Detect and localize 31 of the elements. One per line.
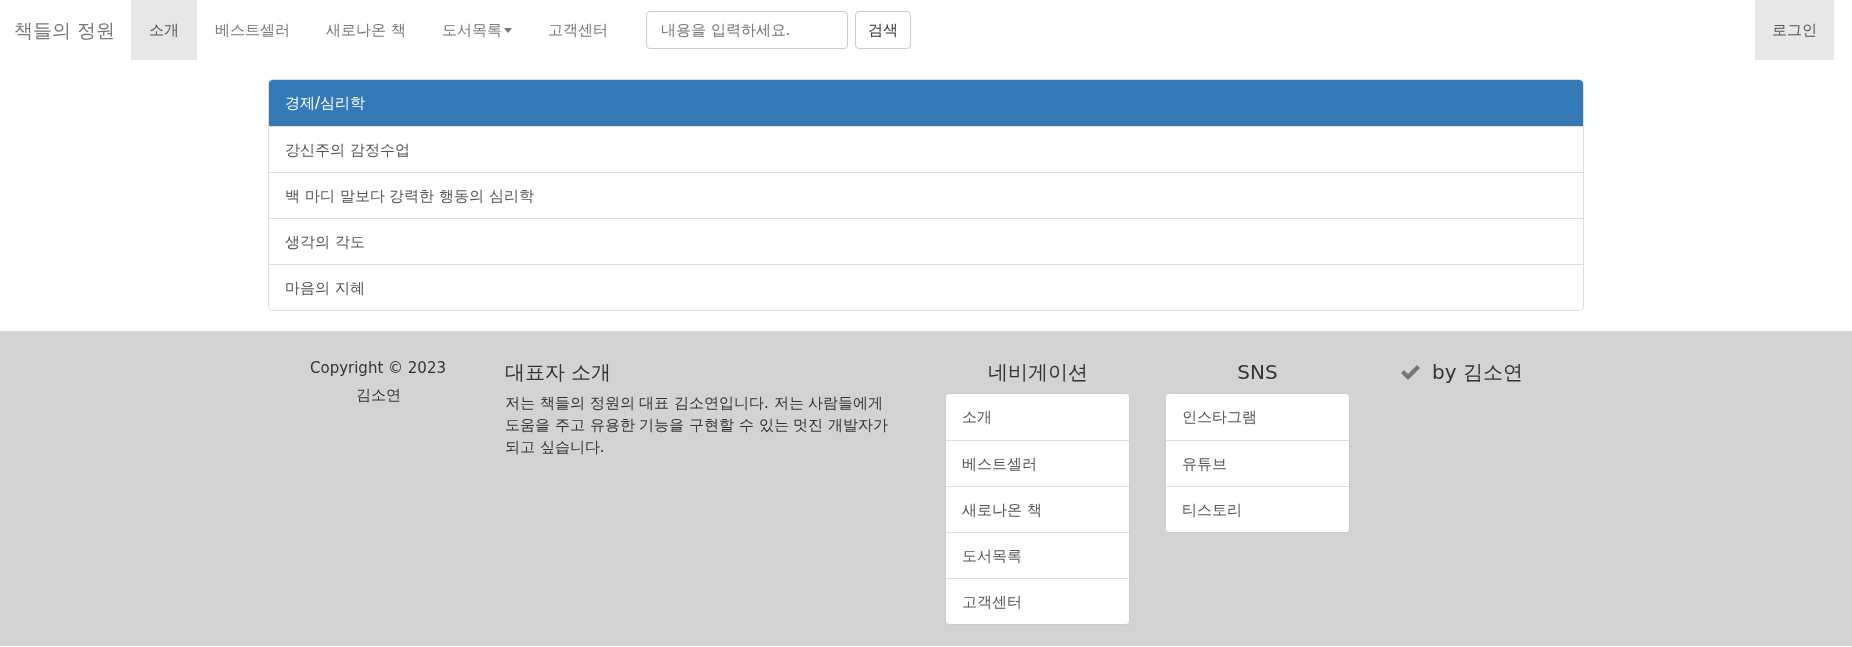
sns-link[interactable]: 인스타그램 [1166,394,1349,440]
brand-title[interactable]: 책들의 정원 [14,0,132,60]
footer-nav-link[interactable]: 고객센터 [946,578,1129,624]
nav-link[interactable]: 고객센터 [529,0,626,60]
nav-link[interactable]: 도서목록 [423,0,530,60]
panel-heading: 경제/심리학 [269,80,1583,126]
book-list-item: 강신주의 감정수업 [269,126,1583,172]
section-title: 네비게이션 [986,359,1089,386]
author-name: 김소연 [354,384,402,406]
nav-link[interactable]: 소개 [131,0,198,60]
footer-nav-link[interactable]: 베스트셀러 [946,440,1129,486]
sns-link[interactable]: 티스토리 [1166,486,1349,532]
book-list-item: 마음의 지혜 [269,264,1583,310]
book-list-item: 백 마디 말보다 강력한 행동의 심리학 [269,172,1583,218]
footer-nav-link[interactable]: 새로나온 책 [946,486,1129,532]
copyright-text: Copyright © 2023 [309,358,447,379]
footer-nav-link[interactable]: 도서목록 [946,532,1129,578]
section-title: 대표자 소개 [505,359,613,386]
section-title: SNS [1236,359,1279,386]
nav-link[interactable]: 베스트셀러 [197,0,309,60]
check-icon [1400,364,1420,380]
nav-link[interactable]: 새로나온 책 [308,0,424,60]
footer-nav-link[interactable]: 소개 [946,394,1129,440]
search-field[interactable]: 내용을 입력하세요. [645,11,848,49]
sns-link[interactable]: 유튜브 [1166,440,1349,486]
caret-icon [503,27,512,33]
search-button[interactable]: 검색 [854,11,911,49]
login-link[interactable]: 로그인 [1755,0,1834,60]
intro-paragraph: 저는 책들의 정원의 대표 김소연입니다. 저는 사람들에게 도움을 주고 유용한 기능을 구현할 수 있는 멋진 개발자가 되고 싶습니다. [505,393,890,458]
book-list-item: 생각의 각도 [269,218,1583,264]
signature-text: by 김소연 [1432,359,1523,386]
